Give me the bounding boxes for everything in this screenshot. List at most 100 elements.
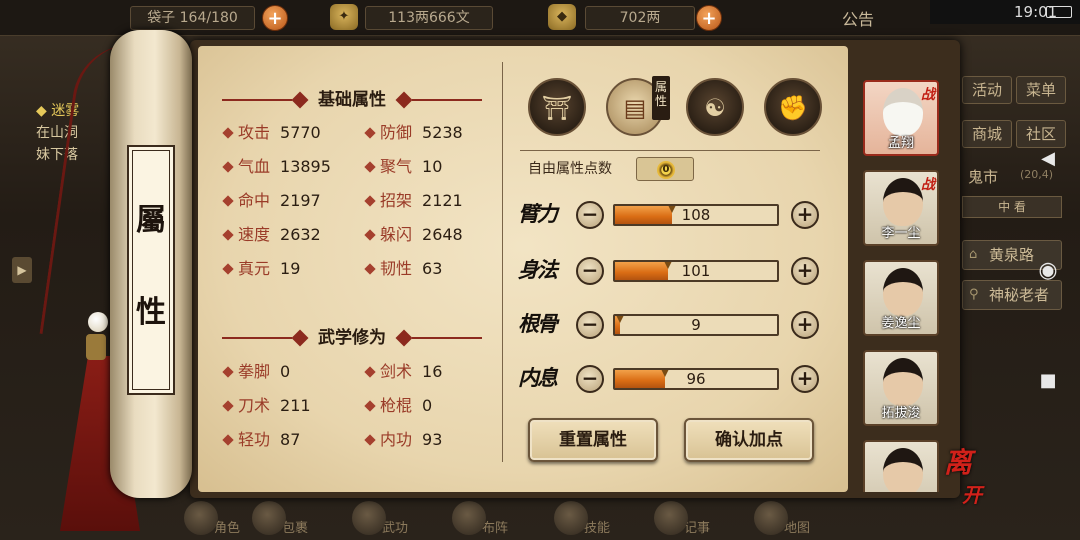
party-member-portrait[interactable]: 战 孟翔 xyxy=(863,80,939,156)
character-face xyxy=(883,178,923,226)
add-bag-button[interactable]: + xyxy=(262,5,288,31)
stat-focus: 聚气 10 xyxy=(364,155,442,179)
party-member-portrait-partial[interactable] xyxy=(863,440,939,492)
bottom-nav-role[interactable]: 角色 xyxy=(180,499,240,537)
activity-button[interactable]: 活动 xyxy=(962,76,1012,104)
attr-name: 内息 xyxy=(518,365,558,390)
stat-inner: 内功 93 xyxy=(364,428,442,452)
straw-hat-warrior-icon: ⛩ xyxy=(541,94,573,122)
attr-row-agility: 身法 − 101 + xyxy=(518,248,828,292)
stat-spear: 枪棍 0 xyxy=(364,394,432,418)
yin-yang-icon: ☯ xyxy=(704,94,726,122)
bottom-nav-map[interactable]: 地图 xyxy=(750,499,810,537)
stat-dodge: 躲闪 2648 xyxy=(364,223,463,247)
martial-header: 武学修为 xyxy=(222,326,482,350)
stat-blade: 刀术 211 xyxy=(222,394,311,418)
expand-left-arrow-icon[interactable]: ▶ xyxy=(12,257,32,283)
nav-back-icon[interactable]: ◀ xyxy=(1030,148,1066,169)
map-toggle[interactable]: 中 看 xyxy=(962,196,1062,218)
journal-icon xyxy=(654,501,688,535)
increase-button[interactable]: + xyxy=(791,257,819,285)
muscle-figure-icon: ✊ xyxy=(778,94,808,122)
attr-row-strength: 臂力 − 108 + xyxy=(518,192,828,236)
tab-meridian[interactable]: ☯ xyxy=(686,78,744,136)
stat-attack: 攻击 5770 xyxy=(222,121,321,145)
attr-name: 臂力 xyxy=(518,201,558,226)
bottom-nav: 角色 包裹 武功 布阵 技能 记事 地图 xyxy=(180,495,940,540)
basic-stats-header: 基础属性 xyxy=(222,88,482,112)
bottom-nav-bag[interactable]: 包裹 xyxy=(248,499,308,537)
battery-icon xyxy=(1046,6,1072,18)
nav-home-icon[interactable]: ◉ xyxy=(1030,258,1066,283)
bag-icon xyxy=(252,501,286,535)
bottom-nav-journal[interactable]: 记事 xyxy=(650,499,710,537)
free-points-box: 0 xyxy=(636,157,694,181)
free-points-value: 0 xyxy=(657,161,675,179)
character-face xyxy=(883,268,923,316)
menu-button[interactable]: 菜单 xyxy=(1016,76,1066,104)
npc-entry[interactable]: ⚲ 神秘老者 xyxy=(962,280,1062,310)
character-face xyxy=(883,448,923,492)
decrease-button[interactable]: − xyxy=(576,311,604,339)
stat-hp: 气血 13895 xyxy=(222,155,331,179)
stat-speed: 速度 2632 xyxy=(222,223,321,247)
location-name: 鬼市 xyxy=(968,168,999,186)
increase-button[interactable]: + xyxy=(791,201,819,229)
tab-equipment[interactable]: ⛩ xyxy=(528,78,586,136)
free-points-label: 自由属性点数 xyxy=(528,161,612,177)
increase-button[interactable]: + xyxy=(791,311,819,339)
attr-bar: 9 xyxy=(613,314,779,336)
coin-pouch-icon: ✦ xyxy=(330,4,358,30)
notice-button[interactable]: 公告 xyxy=(842,6,874,30)
increase-button[interactable]: + xyxy=(791,365,819,393)
stat-fist: 拳脚 0 xyxy=(222,360,290,384)
system-status-bar: 19:01 xyxy=(930,0,1080,24)
community-button[interactable]: 社区 xyxy=(1016,120,1066,148)
attr-bar: 108 xyxy=(613,204,779,226)
character-face xyxy=(883,358,923,406)
tassel-knot xyxy=(86,334,106,360)
map-icon xyxy=(754,501,788,535)
party-member-portrait[interactable]: 姜逸尘 xyxy=(863,260,939,336)
nav-recent-icon[interactable]: ■ xyxy=(1030,370,1066,391)
stat-lightness: 轻功 87 xyxy=(222,428,300,452)
tab-training[interactable]: ✊ xyxy=(764,78,822,136)
stat-true-essence: 真元 19 xyxy=(222,257,300,281)
bag-capacity: 袋子 164/180 xyxy=(130,6,255,30)
party-member-portrait[interactable]: 拓拔浚 xyxy=(863,350,939,426)
gold-ingot-icon: ◆ xyxy=(548,4,576,30)
attr-name: 身法 xyxy=(518,257,558,282)
character-face xyxy=(883,88,923,136)
attr-bar: 96 xyxy=(613,368,779,390)
bottom-nav-martial[interactable]: 武功 xyxy=(348,499,408,537)
tassel-bead xyxy=(88,312,108,332)
stat-toughness: 韧性 63 xyxy=(364,257,442,281)
attr-bar: 101 xyxy=(613,260,779,282)
location-pin-icon: ⚲ xyxy=(969,287,979,302)
attr-name: 根骨 xyxy=(518,311,558,336)
stat-parry: 招架 2121 xyxy=(364,189,463,213)
bottom-nav-skill[interactable]: 技能 xyxy=(550,499,610,537)
confirm-points-button[interactable]: 确认加点 xyxy=(684,418,814,462)
gold-display: 702两 xyxy=(585,6,695,30)
party-member-portrait[interactable]: 战 李一尘 xyxy=(863,170,939,246)
sword-icon xyxy=(352,501,386,535)
decrease-button[interactable]: − xyxy=(576,365,604,393)
skill-icon xyxy=(554,501,588,535)
party-list: 战 孟翔 战 李一尘 姜逸尘 拓拔浚 xyxy=(848,46,960,492)
bottom-nav-formation[interactable]: 布阵 xyxy=(448,499,508,537)
add-gold-button[interactable]: + xyxy=(696,5,722,31)
stat-sword: 剑术 16 xyxy=(364,360,442,384)
house-icon: ⌂ xyxy=(969,247,978,262)
shop-button[interactable]: 商城 xyxy=(962,120,1012,148)
reset-attributes-button[interactable]: 重置属性 xyxy=(528,418,658,462)
right-divider xyxy=(520,150,820,151)
leave-button[interactable]: 离开 xyxy=(944,448,1000,508)
attr-row-breath: 内息 − 96 + xyxy=(518,356,828,400)
decrease-button[interactable]: − xyxy=(576,201,604,229)
stat-accuracy: 命中 2197 xyxy=(222,189,321,213)
location-coords: (20,4) xyxy=(1020,168,1054,181)
money-display: 113两666文 xyxy=(365,6,493,30)
stat-defense: 防御 5238 xyxy=(364,121,463,145)
decrease-button[interactable]: − xyxy=(576,257,604,285)
